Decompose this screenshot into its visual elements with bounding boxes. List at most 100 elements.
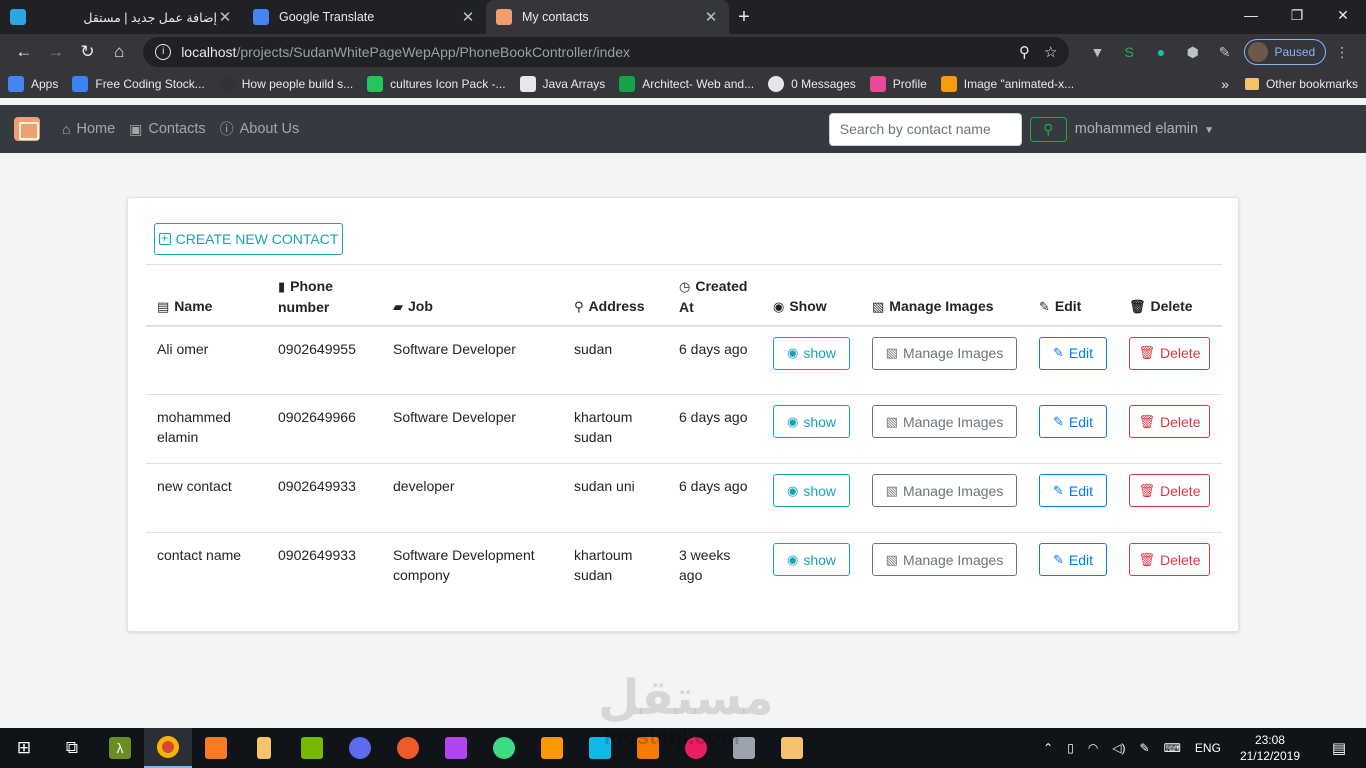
manage-images-button[interactable]: ▧ Manage Images	[872, 405, 1017, 438]
nav-home[interactable]: ⌂ Home	[62, 121, 115, 137]
other-bookmarks[interactable]: Other bookmarks	[1266, 77, 1358, 91]
browser-menu-icon[interactable]: ⋮	[1326, 44, 1358, 61]
bookmark-item[interactable]: cultures Icon Pack -...	[367, 76, 506, 92]
edit-icon: ✎	[1052, 345, 1064, 360]
bookmark-item[interactable]: Free Coding Stock...	[72, 76, 205, 92]
bookmark-item[interactable]: 0 Messages	[768, 76, 856, 92]
col-label: Delete	[1150, 297, 1193, 314]
delete-button[interactable]: 🗑 Delete	[1129, 336, 1210, 370]
new-tab-button[interactable]: +	[729, 6, 759, 29]
bookmark-star-icon[interactable]: ☆	[1044, 43, 1057, 61]
delete-button[interactable]: 🗑 Delete	[1129, 405, 1210, 438]
sublime-icon[interactable]	[528, 728, 576, 768]
xampp-icon[interactable]	[192, 728, 240, 768]
url-host: localhost	[181, 44, 237, 60]
notifications-icon[interactable]: ▤	[1319, 739, 1359, 757]
delete-button[interactable]: 🗑 Delete	[1129, 543, 1210, 576]
zoom-icon[interactable]: ⚲	[1019, 43, 1030, 61]
forward-icon[interactable]: →	[40, 42, 72, 62]
infinity-icon	[72, 76, 89, 92]
tray-up-arrow-icon[interactable]: ⌃	[1043, 741, 1053, 755]
tab-title: Google Translate	[279, 10, 375, 24]
volume-icon[interactable]: ◁)	[1112, 741, 1125, 755]
bookmark-item[interactable]: How people build s...	[218, 76, 353, 92]
edit-button[interactable]: ✎ Edit	[1039, 543, 1107, 576]
bookmark-item[interactable]: Image "animated-x...	[940, 76, 1074, 92]
pen-icon[interactable]: ✎	[1140, 741, 1150, 755]
battery-icon[interactable]: ▯	[1067, 741, 1074, 755]
nav-contacts[interactable]: ▣ Contacts	[129, 121, 205, 138]
home-page-icon[interactable]: ⌂	[103, 42, 135, 62]
show-button[interactable]: ◉ show	[773, 543, 850, 576]
close-tab-icon[interactable]: ✕	[703, 8, 719, 26]
wifi-icon[interactable]: ◠	[1088, 741, 1098, 755]
nvidia-icon[interactable]	[288, 728, 336, 768]
keyboard-icon[interactable]: ⌨	[1164, 741, 1181, 755]
clock[interactable]: 23:08 21/12/2019	[1240, 732, 1300, 764]
extension-v-icon[interactable]: ▼	[1081, 44, 1113, 60]
delete-button[interactable]: 🗑 Delete	[1129, 474, 1210, 507]
folder-taskbar-icon[interactable]	[768, 728, 816, 768]
images-icon: ▧	[885, 345, 898, 360]
caret-down-icon: ▼	[1204, 125, 1214, 136]
user-name: mohammed elamin	[1074, 121, 1199, 137]
show-button[interactable]: ◉ show	[773, 336, 850, 370]
profile-button[interactable]: Paused	[1244, 39, 1327, 65]
bookmark-item[interactable]: Java Arrays	[519, 76, 605, 92]
manage-images-button[interactable]: ▧ Manage Images	[872, 543, 1017, 576]
chrome-icon[interactable]	[144, 728, 192, 768]
search-input[interactable]: Search by contact name	[828, 112, 1022, 146]
show-button[interactable]: ◉ show	[773, 405, 850, 438]
phonebook-logo-icon[interactable]	[14, 117, 40, 141]
bookmark-item[interactable]: Profile	[869, 76, 927, 92]
globe-icon	[768, 76, 785, 92]
bookmark-apps[interactable]: Apps	[8, 76, 58, 92]
contact-created: 6 days ago	[679, 340, 748, 357]
delete-label: Delete	[1160, 345, 1201, 361]
browser-tab-my-contacts[interactable]: My contacts ✕	[486, 0, 729, 34]
phpstorm-icon[interactable]	[432, 728, 480, 768]
language-indicator[interactable]: ENG	[1195, 741, 1221, 755]
address-bar[interactable]: i localhost /projects/SudanWhitePageWepA…	[143, 37, 1070, 67]
android-studio-icon[interactable]	[480, 728, 528, 768]
contact-name: new contact	[157, 478, 232, 494]
manage-images-button[interactable]: ▧ Manage Images	[872, 474, 1017, 507]
site-info-icon[interactable]: i	[155, 44, 172, 60]
extension-s-icon[interactable]: S	[1113, 44, 1145, 60]
extension-pen-icon[interactable]: ✎	[1209, 44, 1241, 61]
edit-button[interactable]: ✎ Edit	[1039, 405, 1107, 438]
home-icon: ⌂	[62, 121, 71, 137]
trash-icon: 🗑	[1138, 345, 1156, 360]
extension-shield-icon[interactable]: ⬢	[1177, 44, 1209, 61]
bookmarks-overflow-icon[interactable]: »	[1221, 76, 1229, 92]
col-name: ▤ Name	[146, 265, 267, 326]
browser-tab-google-translate[interactable]: Google Translate ✕	[243, 0, 486, 34]
search-button[interactable]: ⚲	[1029, 116, 1067, 142]
brackets-icon[interactable]	[384, 728, 432, 768]
user-dropdown[interactable]: mohammed elamin ▼	[1075, 121, 1214, 137]
back-icon[interactable]: ←	[8, 42, 40, 62]
windows-start-icon[interactable]: ⊞	[0, 728, 48, 768]
minimize-button[interactable]: —	[1228, 0, 1274, 30]
edit-button[interactable]: ✎ Edit	[1039, 336, 1107, 370]
edit-button[interactable]: ✎ Edit	[1039, 474, 1107, 507]
task-view-icon[interactable]: ⧉	[48, 728, 96, 768]
file-explorer-icon[interactable]	[240, 728, 288, 768]
bookmark-item[interactable]: Architect- Web and...	[619, 76, 754, 92]
images-icon: ▧	[885, 551, 898, 567]
create-contact-button[interactable]: + CREATE NEW CONTACT	[154, 223, 343, 255]
browser-tab-mostaql[interactable]: إضافة عمل جديد | مستقل ✕	[0, 0, 243, 34]
show-button[interactable]: ◉ show	[773, 474, 850, 507]
restore-button[interactable]: ❐	[1274, 0, 1320, 30]
window-controls: — ❐ ✕	[1228, 0, 1366, 30]
nav-about-us[interactable]: ⓘ About Us	[220, 119, 300, 139]
lambda-app-icon[interactable]: λ	[96, 728, 144, 768]
close-tab-icon[interactable]: ✕	[460, 8, 476, 26]
atom-icon[interactable]	[336, 728, 384, 768]
manage-images-button[interactable]: ▧ Manage Images	[872, 336, 1017, 370]
close-tab-icon[interactable]: ✕	[217, 8, 233, 26]
grammarly-icon[interactable]: ●	[1145, 44, 1177, 60]
close-window-button[interactable]: ✕	[1320, 0, 1366, 30]
reload-icon[interactable]: ↻	[72, 42, 104, 62]
folder-icon	[1244, 78, 1259, 90]
